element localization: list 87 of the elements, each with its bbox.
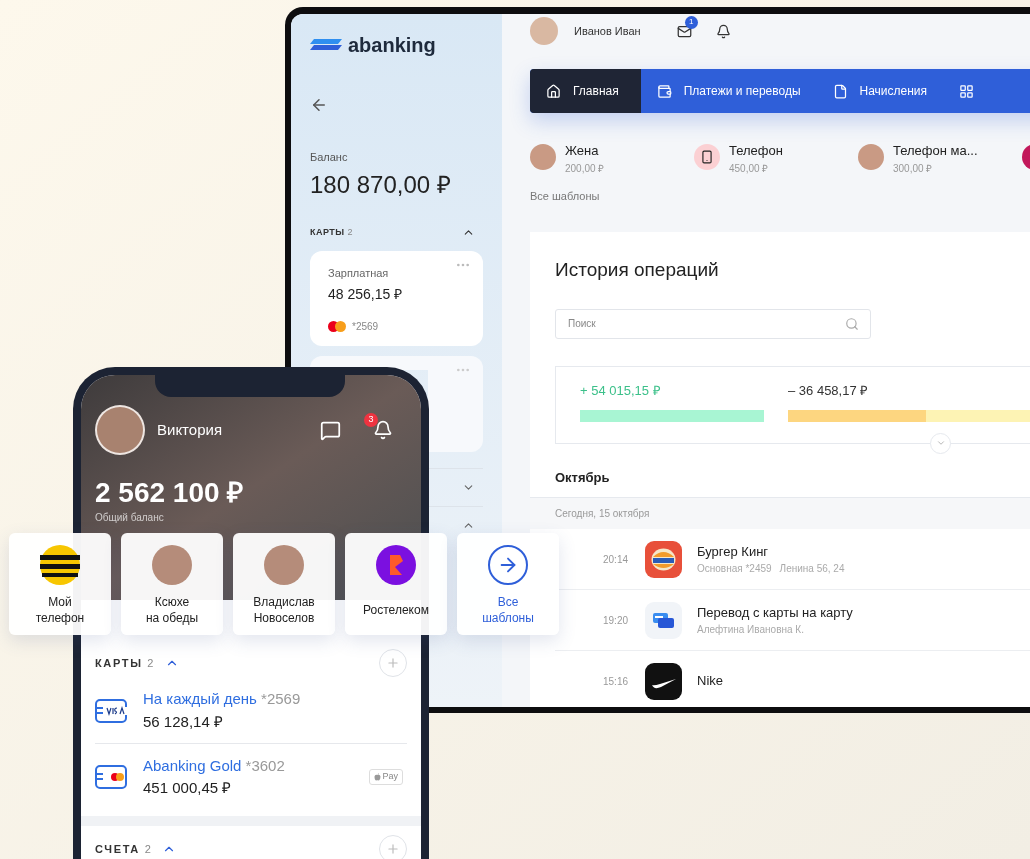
chevron-down-icon xyxy=(935,438,946,448)
mail-icon[interactable] xyxy=(676,23,692,39)
nav-tab[interactable]: Начисления xyxy=(816,69,944,113)
operation-title: Nike xyxy=(697,672,723,691)
template-name[interactable]: Жена xyxy=(565,141,605,161)
balance-amount: 180 870,00 ₽ xyxy=(310,169,452,200)
card-number: *2569 xyxy=(352,319,379,334)
operation-time: 19:20 xyxy=(603,613,630,628)
template-label: Ксюхе на обеды xyxy=(145,594,199,626)
logo-icon xyxy=(310,39,342,51)
user-name[interactable]: Иванов Иван xyxy=(574,22,641,40)
balance-label: Баланс xyxy=(310,150,349,165)
grid-icon xyxy=(959,83,975,99)
template-name[interactable]: Телефон ма... xyxy=(893,141,978,161)
search-field[interactable]: Поиск xyxy=(555,308,871,339)
bell-icon[interactable] xyxy=(373,420,393,440)
swoosh-logo-icon xyxy=(645,662,682,700)
phone-icon xyxy=(694,144,720,170)
striped-ball-icon xyxy=(40,545,80,585)
template-label: Владислав Новоселов xyxy=(253,594,315,626)
card-icon xyxy=(95,765,129,789)
section-heading: КАРТЫ 2 xyxy=(95,655,156,671)
avatar xyxy=(530,144,556,170)
nav-tab[interactable]: Платежи и переводы xyxy=(640,69,817,113)
card-name[interactable]: Abanking Gold *3602 xyxy=(143,754,285,777)
template-label: Мой телефон xyxy=(35,594,85,626)
notification-badge: 1 xyxy=(684,15,698,29)
operation-title: Перевод с карты на карту xyxy=(697,603,853,622)
card-brand-icon xyxy=(328,320,346,332)
search-icon xyxy=(845,316,859,331)
month-heading: Октябрь xyxy=(555,468,611,487)
expense-amount: – 36 458,17 ₽ xyxy=(788,381,870,400)
template-card[interactable]: Владислав Новоселов xyxy=(233,533,335,635)
card-amount: 56 128,14 ₽ xyxy=(143,711,224,732)
operation-row[interactable]: 15:16 Nike xyxy=(555,651,1030,707)
template-amount: 300,00 ₽ xyxy=(893,161,934,176)
plus-icon xyxy=(386,842,400,856)
arrow-right-icon xyxy=(488,545,528,585)
template-name[interactable]: Телефон xyxy=(729,141,783,161)
balance-label: Общий баланс xyxy=(95,511,165,525)
notification-badge: 3 xyxy=(364,413,378,427)
template-label: Ростелеком xyxy=(363,602,429,618)
avatar xyxy=(264,545,304,585)
apple-icon xyxy=(374,773,382,781)
cards-heading: КАРТЫ 2 xyxy=(310,225,353,239)
operation-title: Бургер Кинг xyxy=(697,542,770,561)
operation-detail: Алефтина Ивановна К. xyxy=(697,623,804,638)
nav-tab[interactable]: Главная xyxy=(530,69,641,113)
card-amount: 48 256,15 ₽ xyxy=(328,284,404,304)
total-balance: 2 562 100 ₽ xyxy=(95,476,245,510)
cards-icon xyxy=(645,601,682,639)
chat-icon[interactable] xyxy=(320,419,341,441)
plus-icon xyxy=(386,656,400,670)
logo-text: abanking xyxy=(348,35,436,55)
date-label: Сегодня, 15 октября xyxy=(555,507,650,521)
avatar[interactable] xyxy=(95,405,145,455)
bell-icon[interactable] xyxy=(715,23,731,39)
template-card[interactable]: Ксюхе на обеды xyxy=(121,533,223,635)
template-amount: 200,00 ₽ xyxy=(565,161,605,176)
provider-logo-icon xyxy=(376,545,416,585)
operation-time: 15:16 xyxy=(603,674,630,689)
avatar xyxy=(152,545,192,585)
template-label: Все шаблоны xyxy=(482,594,534,626)
template-amount: 450,00 ₽ xyxy=(729,161,770,176)
card-tile[interactable]: Зарплатная 48 256,15 ₽ *2569 xyxy=(310,251,483,346)
income-amount: + 54 015,15 ₽ xyxy=(580,381,662,400)
operation-detail: Ленина 56, 24 xyxy=(779,562,845,577)
card-icon xyxy=(95,698,129,723)
card-name[interactable]: На каждый день *2569 xyxy=(143,688,301,711)
house-icon xyxy=(546,83,561,99)
user-name: Виктория xyxy=(157,419,222,440)
avatar xyxy=(858,144,884,170)
all-templates-link[interactable]: Все шаблоны xyxy=(530,187,1030,204)
payment-badge: Pay xyxy=(369,769,403,785)
document-icon xyxy=(832,83,848,99)
section-heading: СЧЕТА 2 xyxy=(95,841,153,857)
operation-detail: Основная *2459 xyxy=(697,562,772,577)
operation-time: 20:14 xyxy=(603,552,630,567)
panel-title: История операций xyxy=(555,258,720,282)
card-name: Зарплатная xyxy=(328,266,390,281)
template-card[interactable]: Мой телефон xyxy=(9,533,111,635)
template-card[interactable]: Все шаблоны xyxy=(457,533,559,635)
wallet-icon xyxy=(656,83,672,99)
card-tile[interactable] xyxy=(428,356,483,452)
card-amount: 451 000,45 ₽ xyxy=(143,778,233,798)
template-card[interactable]: Ростелеком xyxy=(345,533,447,635)
burger-logo-icon xyxy=(645,540,682,578)
